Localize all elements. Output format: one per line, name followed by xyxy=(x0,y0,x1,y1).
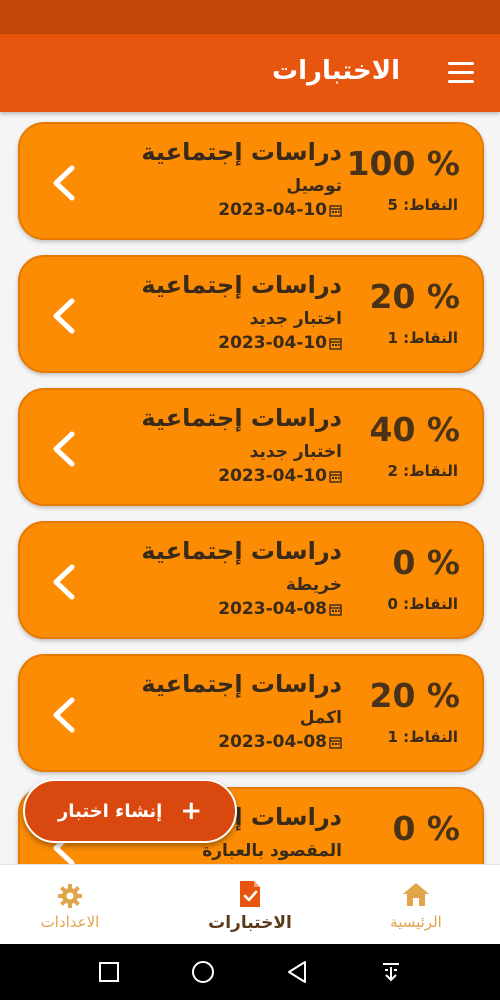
chevron-left-icon[interactable] xyxy=(48,563,82,601)
quiz-subtitle: خريطة xyxy=(285,575,342,595)
quiz-date-row: 2023-04-10 xyxy=(218,333,342,353)
quiz-title: دراسات إجتماعية xyxy=(141,271,342,299)
nav-settings-label: الاعدادات xyxy=(40,913,100,931)
quiz-percent: 40 % xyxy=(369,410,460,449)
quiz-title: دراسات إجتماعية xyxy=(141,404,342,432)
nav-quizzes-label: الاختبارات xyxy=(208,913,292,933)
quiz-date-row: 2023-04-08 xyxy=(218,599,342,619)
app-bar: الاختبارات xyxy=(0,34,500,112)
quiz-card[interactable]: دراسات إجتماعية اكمل 2023-04-08 20 % الن… xyxy=(18,654,484,772)
system-nav-bar xyxy=(0,944,500,1000)
status-bar xyxy=(0,0,500,34)
menu-icon[interactable] xyxy=(448,62,474,84)
quiz-list[interactable]: دراسات إجتماعية توصيل 2023-04-10 100 % ا… xyxy=(0,112,500,864)
calendar-icon xyxy=(329,736,342,749)
nav-home[interactable]: الرئيسية xyxy=(356,865,476,945)
quiz-card[interactable]: دراسات إجتماعية خريطة 2023-04-08 0 % الن… xyxy=(18,521,484,639)
quiz-date: 2023-04-08 xyxy=(218,732,327,752)
home-icon xyxy=(403,883,429,906)
quiz-date: 2023-04-08 xyxy=(218,599,327,619)
quiz-card[interactable]: دراسات إجتماعية توصيل 2023-04-10 100 % ا… xyxy=(18,122,484,240)
document-check-icon xyxy=(240,881,260,907)
quiz-points: النقاط: 2 xyxy=(387,462,458,480)
quiz-percent: 0 % xyxy=(392,543,460,582)
nav-home-label: الرئيسية xyxy=(390,913,442,931)
calendar-icon xyxy=(329,204,342,217)
quiz-card[interactable]: دراسات إجتماعية اختبار جديد 2023-04-10 2… xyxy=(18,255,484,373)
back-triangle-icon[interactable] xyxy=(283,958,311,986)
calendar-icon xyxy=(329,470,342,483)
quiz-card[interactable]: دراسات إجتماعية اختبار جديد 2023-04-10 4… xyxy=(18,388,484,506)
quiz-points: النقاط: 5 xyxy=(387,196,458,214)
quiz-subtitle: اكمل xyxy=(299,708,342,728)
chevron-left-icon[interactable] xyxy=(48,297,82,335)
nav-settings[interactable]: الاعدادات xyxy=(10,865,130,945)
home-circle-icon[interactable] xyxy=(189,958,217,986)
page-title: الاختبارات xyxy=(271,56,400,86)
quiz-percent: 100 % xyxy=(346,144,460,183)
quiz-points: النقاط: 1 xyxy=(387,728,458,746)
quiz-subtitle: اختبار جديد xyxy=(249,442,342,462)
quiz-date: 2023-04-10 xyxy=(218,466,327,486)
quiz-subtitle: المقصود بالعبارة xyxy=(202,841,342,861)
quiz-points: النقاط: 0 xyxy=(387,595,458,613)
quiz-percent: 20 % xyxy=(369,277,460,316)
gear-icon xyxy=(58,884,82,908)
quiz-title: دراسات إجتماعية xyxy=(141,670,342,698)
quiz-date: 2023-04-10 xyxy=(218,333,327,353)
recent-apps-icon[interactable] xyxy=(95,958,123,986)
quiz-points: النقاط: 1 xyxy=(387,329,458,347)
create-quiz-label: إنشاء اختبار xyxy=(57,800,163,822)
create-quiz-button[interactable]: + إنشاء اختبار xyxy=(23,779,237,843)
quiz-percent: 0 % xyxy=(392,809,460,848)
quiz-date-row: 2023-04-10 xyxy=(218,200,342,220)
bottom-nav: الاعدادات الاختبارات الرئيسية xyxy=(0,864,500,944)
calendar-icon xyxy=(329,603,342,616)
quiz-title: دراسات إجتماعية xyxy=(141,537,342,565)
quiz-title: دراسات إجتماعية xyxy=(141,138,342,166)
chevron-left-icon[interactable] xyxy=(48,164,82,202)
keyboard-hide-icon[interactable] xyxy=(377,958,405,986)
chevron-left-icon[interactable] xyxy=(48,430,82,468)
quiz-date: 2023-04-10 xyxy=(218,200,327,220)
nav-quizzes[interactable]: الاختبارات xyxy=(190,865,310,945)
quiz-date-row: 2023-04-08 xyxy=(218,732,342,752)
chevron-left-icon[interactable] xyxy=(48,696,82,734)
plus-icon: + xyxy=(180,796,203,826)
calendar-icon xyxy=(329,337,342,350)
quiz-subtitle: توصيل xyxy=(286,176,342,196)
quiz-percent: 20 % xyxy=(369,676,460,715)
quiz-date-row: 2023-04-10 xyxy=(218,466,342,486)
quiz-subtitle: اختبار جديد xyxy=(249,309,342,329)
